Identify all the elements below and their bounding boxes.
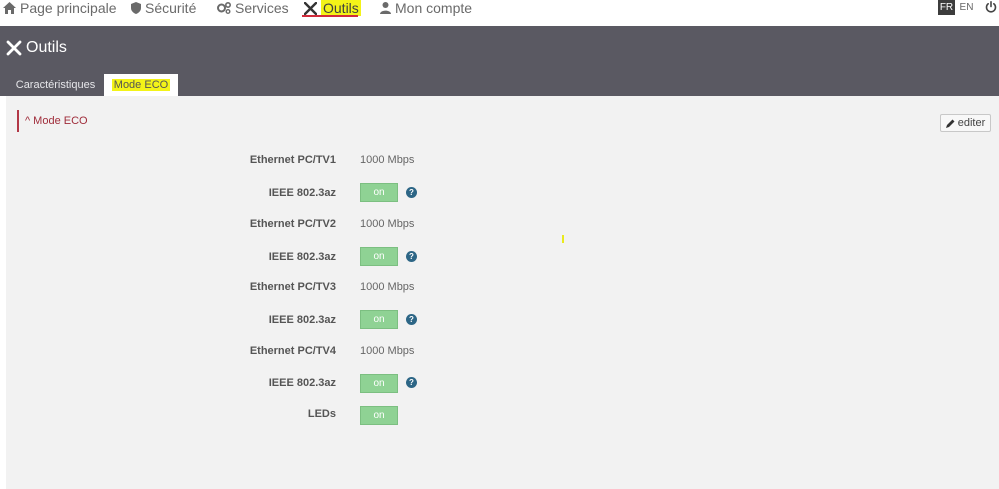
leds-label: LEDs xyxy=(307,408,336,420)
section-title: Mode ECO xyxy=(33,115,88,127)
nav-label-security: Sécurité xyxy=(145,0,197,16)
page-title-text: Outils xyxy=(26,39,67,56)
ieee-802-3az-label-4: IEEE 802.3az xyxy=(268,377,336,389)
ieee-802-3az-toggle-4[interactable]: on xyxy=(360,374,398,393)
chevron-up-icon: ^ xyxy=(25,115,31,127)
top-navigation: Page principale Sécurité Services Outils… xyxy=(0,0,999,26)
ieee-802-3az-label-1: IEEE 802.3az xyxy=(268,187,336,199)
user-icon xyxy=(380,2,391,14)
leds-toggle[interactable]: on xyxy=(360,406,398,425)
help-icon[interactable]: ? xyxy=(406,187,417,198)
page-title: Outils xyxy=(6,39,67,57)
nav-item-services[interactable]: Services xyxy=(217,0,289,16)
language-en[interactable]: EN xyxy=(958,0,975,15)
ethernet-pc-tv3-value: 1000 Mbps xyxy=(360,281,415,293)
home-icon xyxy=(3,2,16,14)
gears-icon xyxy=(217,2,231,14)
nav-label-tools: Outils xyxy=(321,0,361,16)
ieee-802-3az-toggle-1[interactable]: on xyxy=(360,183,398,202)
active-nav-underline xyxy=(302,15,358,17)
highlight-marker xyxy=(562,235,564,243)
shield-icon xyxy=(131,2,141,14)
nav-item-security[interactable]: Sécurité xyxy=(131,0,196,16)
nav-item-tools[interactable]: Outils xyxy=(304,0,361,16)
help-icon[interactable]: ? xyxy=(406,251,417,262)
ethernet-pc-tv1-value: 1000 Mbps xyxy=(360,154,415,166)
logout-button[interactable] xyxy=(985,0,997,18)
pencil-icon xyxy=(945,119,955,128)
nav-item-account[interactable]: Mon compte xyxy=(380,0,472,16)
ethernet-pc-tv2-label: Ethernet PC/TV2 xyxy=(249,218,336,230)
nav-label-services: Services xyxy=(235,0,289,16)
language-fr[interactable]: FR xyxy=(938,0,955,15)
help-icon[interactable]: ? xyxy=(406,314,417,325)
content-panel: ^ Mode ECO editer Ethernet PC/TV1 1000 M… xyxy=(6,96,999,489)
page-header: Outils Caractéristiques Mode ECO xyxy=(0,26,999,99)
ieee-802-3az-toggle-2[interactable]: on xyxy=(360,247,398,266)
nav-item-home[interactable]: Page principale xyxy=(3,0,117,16)
edit-button-label: editer xyxy=(957,117,986,129)
ethernet-pc-tv1-label: Ethernet PC/TV1 xyxy=(249,154,336,166)
ieee-802-3az-label-2: IEEE 802.3az xyxy=(268,251,336,263)
ethernet-pc-tv2-value: 1000 Mbps xyxy=(360,218,415,230)
ieee-802-3az-toggle-3[interactable]: on xyxy=(360,310,398,329)
nav-label-account: Mon compte xyxy=(395,0,473,16)
tab-caracteristiques[interactable]: Caractéristiques xyxy=(8,74,103,97)
ieee-802-3az-label-3: IEEE 802.3az xyxy=(268,314,336,326)
ethernet-pc-tv3-label: Ethernet PC/TV3 xyxy=(249,281,336,293)
power-icon xyxy=(985,1,997,13)
ethernet-pc-tv4-label: Ethernet PC/TV4 xyxy=(249,345,336,357)
tools-icon xyxy=(304,1,317,15)
section-header-mode-eco[interactable]: ^ Mode ECO xyxy=(17,110,88,132)
tab-mode-eco-label: Mode ECO xyxy=(111,79,171,91)
tools-icon xyxy=(6,40,22,56)
edit-button[interactable]: editer xyxy=(940,114,991,132)
ethernet-pc-tv4-value: 1000 Mbps xyxy=(360,345,415,357)
nav-label-home: Page principale xyxy=(20,0,117,16)
help-icon[interactable]: ? xyxy=(406,377,417,388)
